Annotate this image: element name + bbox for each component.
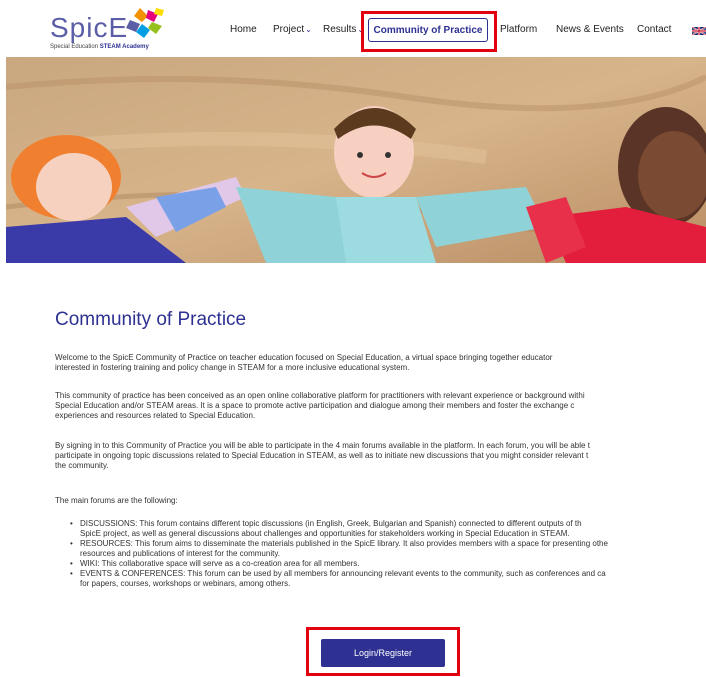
list-item-text: for papers, courses, workshops or webina… <box>80 579 291 588</box>
uk-flag-icon[interactable] <box>692 27 706 35</box>
nav-project[interactable]: Project⌄ <box>273 24 312 35</box>
signin-line: the community. <box>55 461 109 470</box>
intro-line: interested in fostering training and pol… <box>55 363 410 372</box>
logo-wordmark: SpicE <box>50 12 129 43</box>
highlight-box <box>306 627 460 676</box>
site-header: SpicE Special Education STEAM Academy Ho… <box>0 0 706 57</box>
nav-home[interactable]: Home <box>230 24 257 35</box>
page-title: Community of Practice <box>55 309 247 330</box>
hero-image <box>6 57 706 263</box>
list-item: WIKI: This collaborative space will serv… <box>70 559 706 569</box>
nav-news-events[interactable]: News & Events <box>556 24 624 35</box>
spice-logo[interactable]: SpicE Special Education STEAM Academy <box>48 6 168 52</box>
intro-line: Welcome to the SpicE Community of Practi… <box>55 353 553 362</box>
highlight-box <box>361 11 497 52</box>
purpose-line: This community of practice has been conc… <box>55 391 585 400</box>
forums-list: DISCUSSIONS: This forum contains differe… <box>70 519 706 589</box>
list-item: RESOURCES: This forum aims to disseminat… <box>70 539 706 559</box>
nav-project-label: Project <box>273 24 305 35</box>
nav-results-label: Results <box>323 24 357 35</box>
nav-platform[interactable]: Platform <box>500 24 537 35</box>
list-item-text: RESOURCES: This forum aims to disseminat… <box>80 539 608 548</box>
list-item-text: SpicE project, as well as general discus… <box>80 529 570 538</box>
list-item: EVENTS & CONFERENCES: This forum can be … <box>70 569 706 589</box>
logo-flower-icon <box>126 8 164 38</box>
signin-line: By signing in to this Community of Pract… <box>55 441 590 450</box>
list-item-text: WIKI: This collaborative space will serv… <box>80 559 360 568</box>
purpose-paragraph: This community of practice has been conc… <box>55 391 706 421</box>
signin-paragraph: By signing in to this Community of Pract… <box>55 441 706 471</box>
chevron-down-icon: ⌄ <box>305 25 312 34</box>
nav-results[interactable]: Results⌄ <box>323 24 364 35</box>
list-item-text: resources and publications of interest f… <box>80 549 280 558</box>
nav-contact[interactable]: Contact <box>637 24 671 35</box>
intro-paragraph: Welcome to the SpicE Community of Practi… <box>55 353 706 373</box>
list-item-text: EVENTS & CONFERENCES: This forum can be … <box>80 569 606 578</box>
forums-intro-line: The main forums are the following: <box>55 496 178 505</box>
logo-tagline: Special Education STEAM Academy <box>50 44 149 50</box>
list-item-text: DISCUSSIONS: This forum contains differe… <box>80 519 582 528</box>
purpose-line: experiences and resources related to Spe… <box>55 411 256 420</box>
signin-line: participate in ongoing topic discussions… <box>55 451 589 460</box>
paper-chain-people-illustration <box>6 57 706 263</box>
purpose-line: Special Education and/or STEAM areas. It… <box>55 401 575 410</box>
forums-intro: The main forums are the following: <box>55 496 706 506</box>
list-item: DISCUSSIONS: This forum contains differe… <box>70 519 706 539</box>
